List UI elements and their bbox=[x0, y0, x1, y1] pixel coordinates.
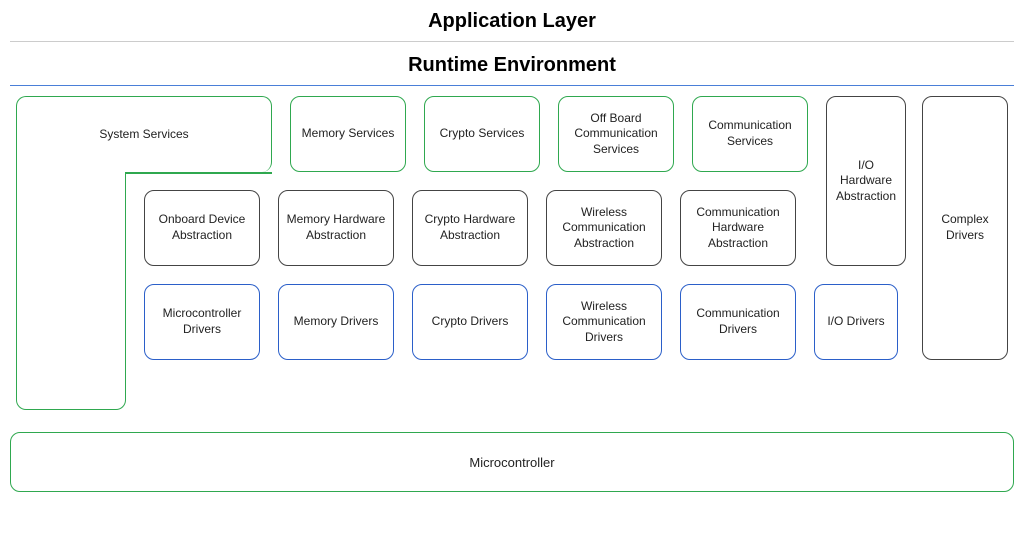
crypto-drivers-label: Crypto Drivers bbox=[432, 314, 509, 330]
diagram-root: Application Layer Runtime Environment Sy… bbox=[0, 10, 1024, 492]
offboard-comm-services-label: Off Board Communication Services bbox=[565, 111, 667, 158]
microcontroller-block: Microcontroller bbox=[10, 432, 1014, 492]
communication-drivers-label: Communication Drivers bbox=[687, 306, 789, 337]
onboard-device-abstraction-label: Onboard Device Abstraction bbox=[151, 212, 253, 243]
microcontroller-label: Microcontroller bbox=[469, 455, 554, 470]
wireless-comm-drivers-label: Wireless Communication Drivers bbox=[553, 299, 655, 346]
communication-services-label: Communication Services bbox=[699, 118, 801, 149]
memory-drivers-label: Memory Drivers bbox=[294, 314, 379, 330]
bsw-grid: System Services Memory Services Crypto S… bbox=[10, 96, 1014, 416]
communication-hw-abstraction-label: Communication Hardware Abstraction bbox=[687, 205, 789, 252]
io-drivers-block: I/O Drivers bbox=[814, 284, 898, 360]
wireless-comm-abstraction-block: Wireless Communication Abstraction bbox=[546, 190, 662, 266]
runtime-environment-title: Runtime Environment bbox=[408, 54, 616, 77]
crypto-hw-abstraction-label: Crypto Hardware Abstraction bbox=[419, 212, 521, 243]
system-services-label: System Services bbox=[99, 127, 188, 143]
crypto-services-label: Crypto Services bbox=[440, 126, 525, 142]
io-hardware-abstraction-label: I/O Hardware Abstraction bbox=[833, 158, 899, 205]
crypto-hw-abstraction-block: Crypto Hardware Abstraction bbox=[412, 190, 528, 266]
communication-drivers-block: Communication Drivers bbox=[680, 284, 796, 360]
microcontroller-drivers-label: Microcontroller Drivers bbox=[151, 306, 253, 337]
communication-hw-abstraction-block: Communication Hardware Abstraction bbox=[680, 190, 796, 266]
onboard-device-abstraction-block: Onboard Device Abstraction bbox=[144, 190, 260, 266]
system-services-inner-edge bbox=[126, 172, 272, 174]
memory-hw-abstraction-label: Memory Hardware Abstraction bbox=[285, 212, 387, 243]
memory-services-label: Memory Services bbox=[302, 126, 395, 142]
divider-application bbox=[10, 41, 1014, 42]
microcontroller-drivers-block: Microcontroller Drivers bbox=[144, 284, 260, 360]
system-services-block: System Services bbox=[16, 96, 272, 172]
io-drivers-label: I/O Drivers bbox=[827, 314, 884, 330]
wireless-comm-drivers-block: Wireless Communication Drivers bbox=[546, 284, 662, 360]
complex-drivers-label: Complex Drivers bbox=[929, 212, 1001, 243]
memory-services-block: Memory Services bbox=[290, 96, 406, 172]
divider-runtime bbox=[10, 85, 1014, 86]
communication-services-block: Communication Services bbox=[692, 96, 808, 172]
memory-hw-abstraction-block: Memory Hardware Abstraction bbox=[278, 190, 394, 266]
crypto-services-block: Crypto Services bbox=[424, 96, 540, 172]
crypto-drivers-block: Crypto Drivers bbox=[412, 284, 528, 360]
memory-drivers-block: Memory Drivers bbox=[278, 284, 394, 360]
application-layer-title: Application Layer bbox=[428, 10, 596, 33]
wireless-comm-abstraction-label: Wireless Communication Abstraction bbox=[553, 205, 655, 252]
io-hardware-abstraction-block: I/O Hardware Abstraction bbox=[826, 96, 906, 266]
system-services-block-stem bbox=[16, 172, 126, 410]
offboard-comm-services-block: Off Board Communication Services bbox=[558, 96, 674, 172]
complex-drivers-block: Complex Drivers bbox=[922, 96, 1008, 360]
system-services-patch bbox=[18, 164, 125, 184]
